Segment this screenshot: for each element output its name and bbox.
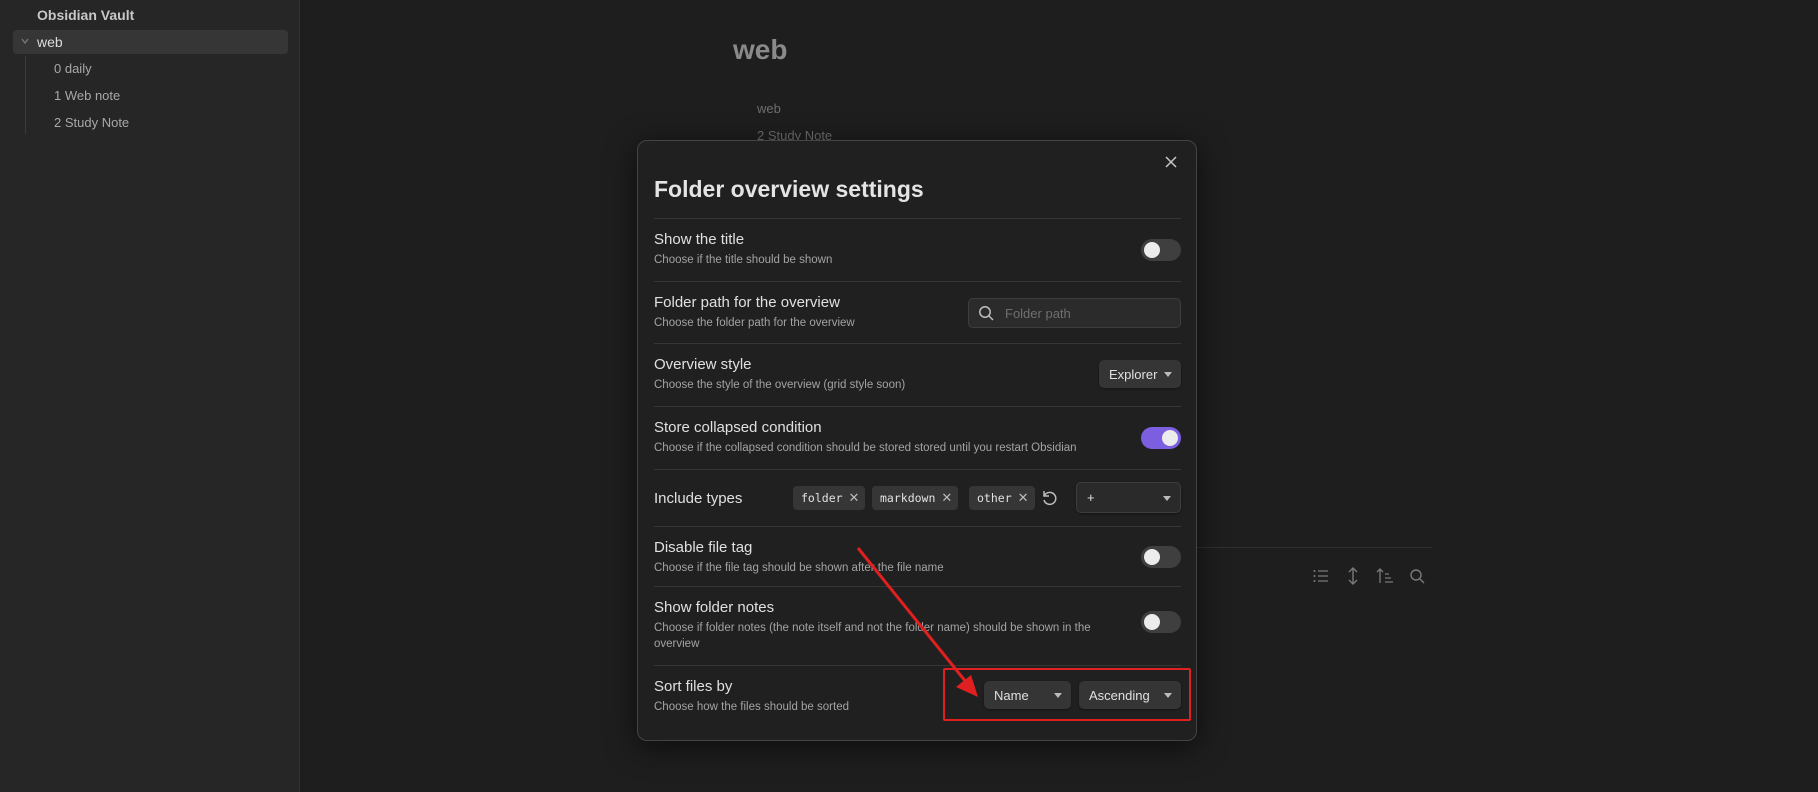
disable-file-tag-toggle[interactable]	[1141, 546, 1181, 568]
setting-name: Show the title	[654, 231, 745, 248]
tag-label: other	[977, 491, 1012, 505]
expand-vertical-icon[interactable]	[1342, 565, 1364, 587]
show-folder-notes-toggle[interactable]	[1141, 611, 1181, 633]
tree-file-item[interactable]: 2 Study Note	[54, 115, 129, 130]
remove-tag-icon[interactable]: ✕	[941, 491, 952, 506]
setting-description: Choose if folder notes (the note itself …	[654, 622, 1091, 650]
setting-store-collapsed: Store collapsed condition Choose if the …	[654, 406, 1181, 469]
toggle-knob	[1144, 614, 1160, 630]
divider	[1196, 547, 1432, 548]
overview-toolbar	[1310, 565, 1428, 587]
list-icon[interactable]	[1310, 565, 1332, 587]
setting-show-title: Show the title Choose if the title shoul…	[654, 218, 1181, 281]
annotation-highlight-box	[943, 668, 1191, 721]
add-type-dropdown[interactable]: +	[1076, 482, 1181, 513]
overview-line[interactable]: web	[757, 101, 781, 116]
setting-name: Disable file tag	[654, 539, 753, 556]
vault-name[interactable]: Obsidian Vault	[37, 7, 134, 23]
setting-name: Include types	[654, 490, 743, 507]
dropdown-value: +	[1087, 490, 1095, 505]
setting-description: Choose if the file tag should be shown a…	[654, 562, 944, 574]
note-title[interactable]: web	[733, 34, 787, 66]
tree-folder-web[interactable]: web	[13, 30, 288, 54]
tree-file-item[interactable]: 1 Web note	[54, 88, 120, 103]
dropdown-value: Explorer	[1109, 366, 1158, 382]
show-title-toggle[interactable]	[1141, 239, 1181, 261]
setting-name: Folder path for the overview	[654, 294, 840, 311]
setting-disable-file-tag: Disable file tag Choose if the file tag …	[654, 526, 1181, 586]
store-collapsed-toggle[interactable]	[1141, 427, 1181, 449]
setting-name: Store collapsed condition	[654, 419, 822, 436]
setting-overview-style: Overview style Choose the style of the o…	[654, 343, 1181, 406]
close-icon[interactable]	[1160, 151, 1182, 173]
tree-folder-label: web	[37, 34, 63, 50]
setting-description: Choose if the collapsed condition should…	[654, 442, 1077, 454]
tag-label: folder	[801, 491, 843, 505]
setting-show-folder-notes: Show folder notes Choose if folder notes…	[654, 586, 1181, 665]
type-tag-other: other ✕	[969, 486, 1035, 510]
chevron-down-icon[interactable]	[15, 36, 35, 49]
overview-style-dropdown[interactable]: Explorer	[1099, 360, 1181, 388]
sort-icon[interactable]	[1374, 565, 1396, 587]
setting-description: Choose the folder path for the overview	[654, 317, 855, 329]
type-tag-folder: folder ✕	[793, 486, 866, 510]
folder-overview-settings-modal: Folder overview settings Show the title …	[637, 140, 1197, 741]
setting-description: Choose the style of the overview (grid s…	[654, 379, 906, 391]
toggle-knob	[1144, 549, 1160, 565]
reset-icon[interactable]	[1040, 488, 1060, 508]
caret-down-icon	[1164, 372, 1172, 377]
tree-file-item[interactable]: 0 daily	[54, 61, 92, 76]
remove-tag-icon[interactable]: ✕	[849, 491, 860, 506]
setting-name: Show folder notes	[654, 599, 775, 616]
setting-description: Choose how the files should be sorted	[654, 701, 849, 713]
setting-name: Sort files by	[654, 678, 733, 695]
toggle-knob	[1162, 430, 1178, 446]
search-icon[interactable]	[1406, 565, 1428, 587]
folder-path-input[interactable]	[1005, 299, 1175, 327]
caret-down-icon	[1163, 496, 1171, 501]
toggle-knob	[1144, 242, 1160, 258]
tree-indent-guide	[25, 56, 26, 134]
tag-label: markdown	[880, 491, 936, 505]
setting-folder-path: Folder path for the overview Choose the …	[654, 281, 1181, 343]
type-tag-markdown: markdown ✕	[872, 486, 959, 510]
setting-description: Choose if the title should be shown	[654, 254, 833, 266]
remove-tag-icon[interactable]: ✕	[1018, 491, 1029, 506]
setting-include-types: Include types folder ✕ markdown ✕ other …	[654, 469, 1181, 526]
folder-path-search	[968, 298, 1181, 328]
search-icon	[978, 305, 994, 321]
file-explorer-sidebar: Obsidian Vault web 0 daily 1 Web note 2 …	[0, 0, 300, 792]
modal-title: Folder overview settings	[654, 176, 924, 202]
setting-name: Overview style	[654, 356, 752, 373]
